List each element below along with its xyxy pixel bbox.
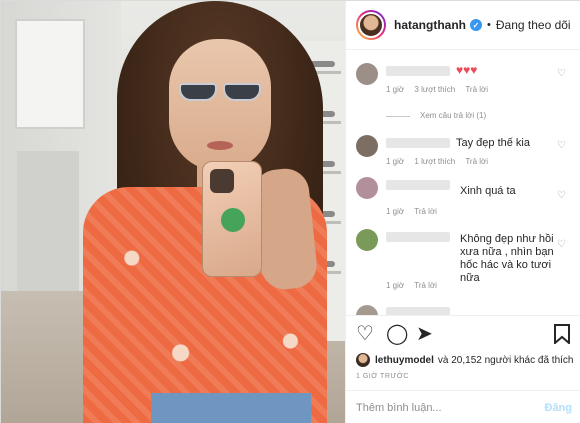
camera-icon	[210, 169, 234, 193]
avatar[interactable]	[356, 229, 378, 251]
comment-username[interactable]	[386, 232, 450, 242]
sunglasses-right	[223, 83, 261, 101]
post-photo[interactable]	[1, 1, 345, 423]
comment-username[interactable]	[386, 138, 450, 148]
like-comment-heart-icon[interactable]: ♡	[557, 239, 566, 250]
jeans	[151, 393, 311, 423]
comment-time: 1 giờ	[386, 207, 405, 216]
avatar[interactable]	[356, 305, 378, 315]
comment-time: 1 giờ	[386, 85, 405, 94]
like-comment-heart-icon[interactable]: ♡	[557, 68, 566, 79]
following-button[interactable]: Đang theo dõi	[496, 18, 571, 32]
view-replies-button[interactable]: Xem câu trả lời (1)	[420, 111, 486, 120]
comment-username[interactable]	[386, 180, 450, 190]
post-side-panel: hatangthanh ✓ • Đang theo dõi ♥♥♥ ♡ 1 gi…	[345, 1, 580, 423]
comment-username[interactable]	[386, 66, 450, 76]
comment-username[interactable]	[386, 307, 450, 315]
post-actions-bar: ♡ ◯ ➤	[346, 315, 580, 355]
avatar[interactable]	[356, 63, 378, 85]
comments-list[interactable]: ♥♥♥ ♡ 1 giờ 3 lượt thích Trả lời Xem câu…	[346, 51, 580, 315]
like-comment-heart-icon[interactable]: ♡	[557, 190, 566, 201]
heart-icon[interactable]: ♡	[356, 324, 374, 344]
comment-icon[interactable]: ◯	[386, 324, 408, 344]
like-comment-heart-icon[interactable]: ♡	[557, 140, 566, 151]
comment-likes[interactable]: 1 lượt thích	[414, 157, 455, 166]
likes-summary: lethuymodel và 20,152 người khác đã thíc…	[356, 353, 573, 367]
comment-time: 1 giờ	[386, 157, 405, 166]
comment-text: ♥♥♥	[456, 63, 478, 77]
liker-username[interactable]: lethuymodel	[375, 355, 434, 366]
comment-input[interactable]: Thêm bình luận...	[356, 402, 545, 414]
add-comment-bar: Thêm bình luận... Đăng	[346, 390, 580, 423]
bookmark-icon[interactable]	[554, 324, 570, 348]
post-timestamp: 1 GIỜ TRƯỚC	[356, 373, 409, 380]
door	[17, 151, 79, 301]
reply-button[interactable]: Trả lời	[465, 157, 488, 166]
avatar[interactable]	[356, 353, 370, 367]
reply-button[interactable]: Trả lời	[465, 85, 488, 94]
phone-grip	[221, 208, 245, 232]
post-header: hatangthanh ✓ • Đang theo dõi	[346, 1, 580, 50]
sunglasses-left	[179, 83, 217, 101]
avatar[interactable]	[356, 177, 378, 199]
comment-likes[interactable]: 3 lượt thích	[414, 85, 455, 94]
likes-count-text[interactable]: và 20,152 người khác đã thích	[438, 355, 574, 366]
avatar[interactable]	[356, 135, 378, 157]
face	[169, 39, 271, 171]
phone	[202, 161, 262, 277]
comment-text: Xinh quá ta	[460, 185, 516, 197]
avatar[interactable]	[356, 10, 386, 40]
comment-text: Không đẹp như hồi xưa nữa , nhìn bạn hốc…	[460, 233, 554, 284]
reply-button[interactable]: Trả lời	[414, 207, 437, 216]
comment-time: 1 giờ	[386, 281, 405, 290]
verified-badge-icon: ✓	[470, 19, 482, 31]
window	[15, 19, 85, 129]
comment-text: Tay đẹp thế kia	[456, 137, 530, 149]
instagram-post-window: hatangthanh ✓ • Đang theo dõi ♥♥♥ ♡ 1 gi…	[0, 0, 580, 423]
share-icon[interactable]: ➤	[416, 324, 433, 344]
post-comment-button[interactable]: Đăng	[545, 402, 573, 414]
username-link[interactable]: hatangthanh	[394, 18, 466, 32]
reply-button[interactable]: Trả lời	[414, 281, 437, 290]
